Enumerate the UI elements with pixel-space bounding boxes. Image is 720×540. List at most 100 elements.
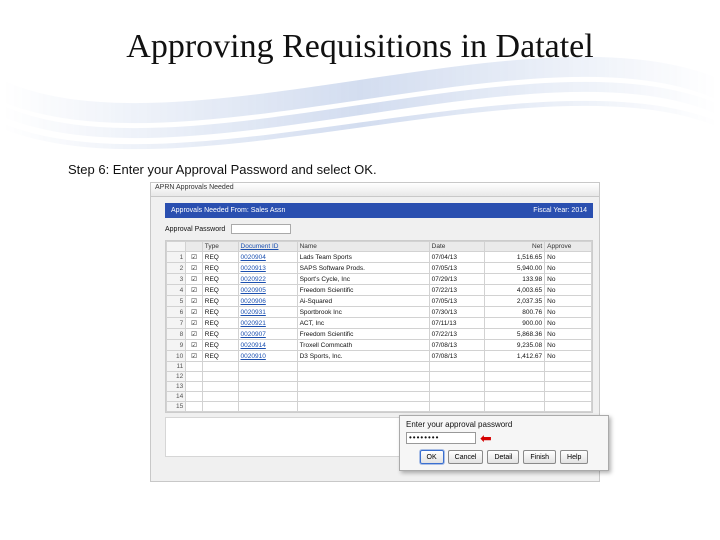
cell-select[interactable]: ☑ <box>186 285 203 296</box>
table-row[interactable]: 9☑REQ0020914Troxell Commcath07/08/139,23… <box>167 340 592 351</box>
cell-select[interactable]: ☑ <box>186 329 203 340</box>
page-title: Approving Requisitions in Datatel <box>0 28 720 66</box>
detail-button[interactable]: Detail <box>487 450 519 464</box>
cell-net: 900.00 <box>484 318 545 329</box>
cell-select[interactable] <box>186 362 203 372</box>
cell-type: REQ <box>202 307 238 318</box>
help-button[interactable]: Help <box>560 450 588 464</box>
finish-button[interactable]: Finish <box>523 450 556 464</box>
cell-type: REQ <box>202 274 238 285</box>
cell-date <box>429 372 484 382</box>
cell-approve: No <box>545 307 592 318</box>
approval-password-input[interactable] <box>231 224 291 234</box>
cell-docid[interactable]: 0020906 <box>238 296 297 307</box>
cell-select[interactable] <box>186 372 203 382</box>
cell-name <box>297 382 429 392</box>
cell-type: REQ <box>202 351 238 362</box>
cell-select[interactable]: ☑ <box>186 351 203 362</box>
cell-net <box>484 392 545 402</box>
table-row[interactable]: 12 <box>167 372 592 382</box>
cell-net: 1,516.65 <box>484 252 545 263</box>
cell-date: 07/22/13 <box>429 285 484 296</box>
table-row[interactable]: 14 <box>167 392 592 402</box>
cell-docid[interactable]: 0020931 <box>238 307 297 318</box>
cell-docid[interactable]: 0020907 <box>238 329 297 340</box>
context-right: Fiscal Year: 2014 <box>533 207 587 214</box>
cell-docid[interactable]: 0020913 <box>238 263 297 274</box>
cell-docid[interactable] <box>238 362 297 372</box>
cell-rownum: 5 <box>167 296 186 307</box>
cell-docid[interactable]: 0020910 <box>238 351 297 362</box>
cell-name: Sportbrook Inc <box>297 307 429 318</box>
cell-net: 4,003.65 <box>484 285 545 296</box>
cell-select[interactable]: ☑ <box>186 340 203 351</box>
cell-net <box>484 382 545 392</box>
cell-docid[interactable] <box>238 402 297 412</box>
cell-docid[interactable]: 0020904 <box>238 252 297 263</box>
cell-select[interactable]: ☑ <box>186 252 203 263</box>
cell-select[interactable] <box>186 392 203 402</box>
table-row[interactable]: 1☑REQ0020904Lads Team Sports07/04/131,51… <box>167 252 592 263</box>
cell-select[interactable]: ☑ <box>186 263 203 274</box>
cell-date: 07/11/13 <box>429 318 484 329</box>
cell-select[interactable]: ☑ <box>186 307 203 318</box>
table-row[interactable]: 7☑REQ0020921ACT, Inc07/11/13900.00No <box>167 318 592 329</box>
cell-name: ACT, Inc <box>297 318 429 329</box>
cell-docid[interactable] <box>238 372 297 382</box>
cell-name: Troxell Commcath <box>297 340 429 351</box>
cell-name: Ai-Squared <box>297 296 429 307</box>
cell-approve: No <box>545 252 592 263</box>
cell-docid[interactable]: 0020905 <box>238 285 297 296</box>
cell-rownum: 12 <box>167 372 186 382</box>
ok-button[interactable]: OK <box>420 450 444 464</box>
password-row: Approval Password <box>165 222 593 236</box>
cell-rownum: 3 <box>167 274 186 285</box>
cell-docid[interactable] <box>238 392 297 402</box>
cell-net: 1,412.67 <box>484 351 545 362</box>
table-row[interactable]: 2☑REQ0020913SAPS Software Prods.07/05/13… <box>167 263 592 274</box>
cell-net <box>484 362 545 372</box>
cell-type: REQ <box>202 263 238 274</box>
cell-docid[interactable] <box>238 382 297 392</box>
cell-type: REQ <box>202 318 238 329</box>
cancel-button[interactable]: Cancel <box>448 450 484 464</box>
cell-rownum: 7 <box>167 318 186 329</box>
table-row[interactable]: 8☑REQ0020907Freedom Scientific07/22/135,… <box>167 329 592 340</box>
cell-approve <box>545 402 592 412</box>
prompt-label: Enter your approval password <box>406 420 602 429</box>
table-row[interactable]: 10☑REQ0020910D3 Sports, Inc.07/08/131,41… <box>167 351 592 362</box>
cell-select[interactable]: ☑ <box>186 274 203 285</box>
cell-type: REQ <box>202 340 238 351</box>
cell-rownum: 2 <box>167 263 186 274</box>
cell-rownum: 8 <box>167 329 186 340</box>
cell-type <box>202 392 238 402</box>
cell-rownum: 4 <box>167 285 186 296</box>
table-row[interactable]: 5☑REQ0020906Ai-Squared07/05/132,037.35No <box>167 296 592 307</box>
cell-select[interactable] <box>186 402 203 412</box>
cell-docid[interactable]: 0020921 <box>238 318 297 329</box>
cell-name: Freedom Scientific <box>297 329 429 340</box>
table-row[interactable]: 13 <box>167 382 592 392</box>
cell-date: 07/04/13 <box>429 252 484 263</box>
table-row[interactable]: 6☑REQ0020931Sportbrook Inc07/30/13800.76… <box>167 307 592 318</box>
table-row[interactable]: 15 <box>167 402 592 412</box>
context-bar: Approvals Needed From: Sales Assn Fiscal… <box>165 203 593 218</box>
step-text: Step 6: Enter your Approval Password and… <box>68 162 377 177</box>
cell-select[interactable] <box>186 382 203 392</box>
cell-net: 5,940.00 <box>484 263 545 274</box>
table-row[interactable]: 3☑REQ0020922Sport's Cycle, Inc07/29/1313… <box>167 274 592 285</box>
cell-docid[interactable]: 0020914 <box>238 340 297 351</box>
cell-select[interactable]: ☑ <box>186 296 203 307</box>
cell-select[interactable]: ☑ <box>186 318 203 329</box>
cell-type <box>202 362 238 372</box>
cell-net: 2,037.35 <box>484 296 545 307</box>
prompt-password-input[interactable]: •••••••• <box>406 432 476 444</box>
table-row[interactable]: 4☑REQ0020905Freedom Scientific07/22/134,… <box>167 285 592 296</box>
cell-date <box>429 402 484 412</box>
cell-docid[interactable]: 0020922 <box>238 274 297 285</box>
context-left: Approvals Needed From: Sales Assn <box>171 207 285 214</box>
cell-type <box>202 402 238 412</box>
table-row[interactable]: 11 <box>167 362 592 372</box>
cell-type: REQ <box>202 252 238 263</box>
requisitions-grid: Type Document ID Name Date Net Approve 1… <box>165 240 593 413</box>
